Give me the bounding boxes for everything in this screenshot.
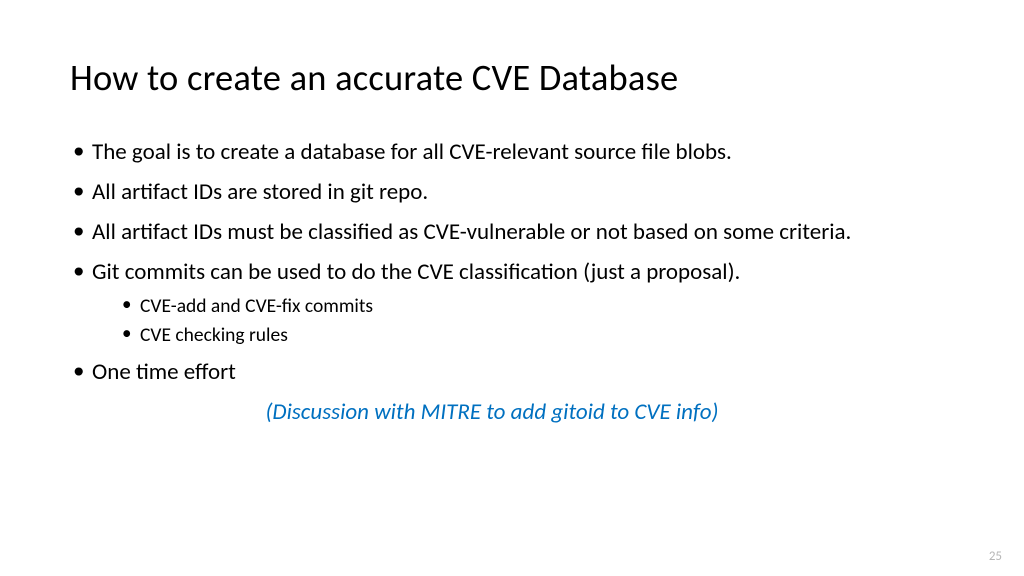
bullet-text: Git commits can be used to do the CVE cl… [92, 258, 740, 286]
bullet-list: The goal is to create a database for all… [70, 138, 954, 388]
bullet-item: One time effort [70, 358, 954, 388]
bullet-item: Git commits can be used to do the CVE cl… [70, 258, 954, 349]
bullet-item: All artifact IDs must be classified as C… [70, 218, 954, 248]
slide-content: How to create an accurate CVE Database T… [0, 0, 1024, 426]
sub-bullet-list: CVE-add and CVE-fix commits CVE checking… [120, 294, 954, 349]
bullet-item: All artifact IDs are stored in git repo. [70, 178, 954, 208]
sub-bullet-item: CVE checking rules [120, 323, 954, 348]
page-number: 25 [989, 549, 1002, 564]
sub-bullet-item: CVE-add and CVE-fix commits [120, 294, 954, 319]
discussion-note: (Discussion with MITRE to add gitoid to … [70, 398, 954, 426]
bullet-item: The goal is to create a database for all… [70, 138, 954, 168]
slide-title: How to create an accurate CVE Database [70, 55, 954, 100]
